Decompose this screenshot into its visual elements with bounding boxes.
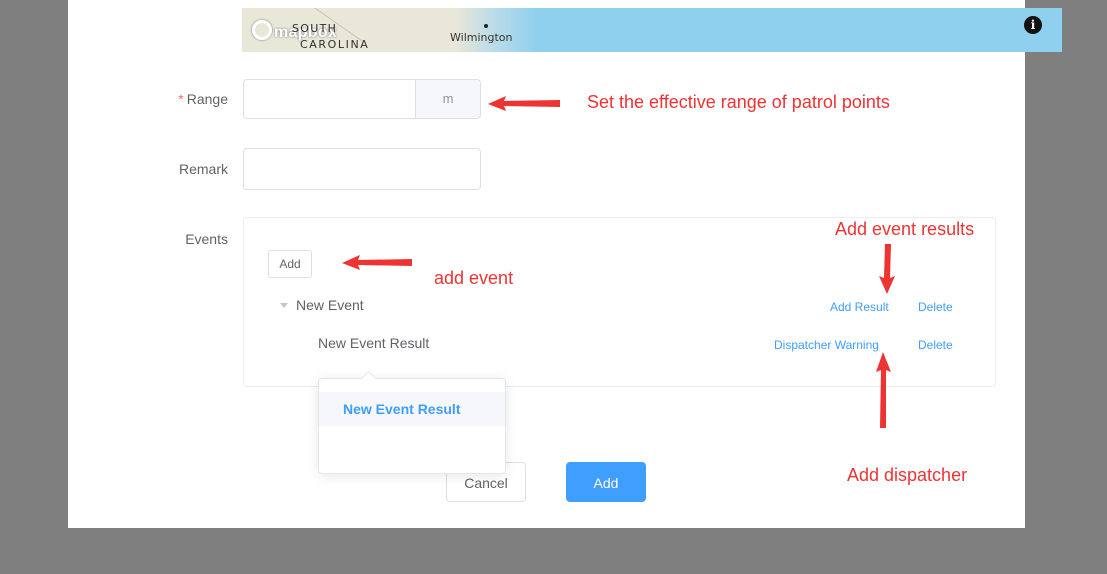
info-icon[interactable]: i bbox=[1024, 16, 1042, 34]
delete-result-link[interactable]: Delete bbox=[918, 338, 953, 352]
map-state-label: SOUTH bbox=[292, 22, 338, 35]
remark-label: Remark bbox=[178, 161, 228, 177]
event-name: New Event bbox=[296, 297, 364, 313]
add-event-annotation: add event bbox=[434, 268, 514, 288]
events-panel: Add New Event Add Result Delete New Even… bbox=[243, 217, 996, 387]
range-label-text: Range bbox=[186, 91, 228, 107]
range-label: * Range bbox=[68, 91, 228, 107]
add-result-link[interactable]: Add Result bbox=[830, 300, 889, 314]
event-tree-node[interactable]: New Event bbox=[280, 297, 364, 313]
delete-event-link[interactable]: Delete bbox=[918, 300, 953, 314]
required-mark: * bbox=[178, 91, 184, 107]
dialog: mapbox SOUTH CAROLINA Wilmington i * Rang… bbox=[68, 0, 1062, 528]
add-result-annotation: Add event results bbox=[835, 219, 975, 239]
events-label: Events bbox=[185, 231, 228, 247]
mapbox-logo-icon bbox=[252, 20, 272, 40]
add-button[interactable]: Add bbox=[566, 462, 646, 502]
city-marker bbox=[484, 24, 488, 28]
range-input[interactable] bbox=[244, 80, 418, 116]
map-preview[interactable]: mapbox SOUTH CAROLINA Wilmington i bbox=[242, 8, 1062, 52]
dispatcher-annotation: Add dispatcher bbox=[847, 465, 968, 485]
map-state-label-2: CAROLINA bbox=[300, 38, 370, 51]
dropdown-option[interactable]: New Event Result bbox=[319, 392, 505, 426]
map-city-label: Wilmington bbox=[450, 31, 513, 44]
remark-field bbox=[243, 148, 481, 190]
remark-input[interactable] bbox=[244, 149, 478, 185]
add-event-button[interactable]: Add bbox=[268, 250, 312, 278]
range-annotation: Set the effective range of patrol points bbox=[587, 92, 890, 112]
result-dropdown: New Event Result bbox=[318, 370, 506, 474]
caret-down-icon[interactable] bbox=[280, 303, 288, 308]
dispatcher-warning-link[interactable]: Dispatcher Warning bbox=[774, 338, 879, 352]
range-input-group: m bbox=[243, 79, 481, 119]
range-unit: m bbox=[415, 80, 480, 118]
event-result-name[interactable]: New Event Result bbox=[318, 335, 429, 351]
